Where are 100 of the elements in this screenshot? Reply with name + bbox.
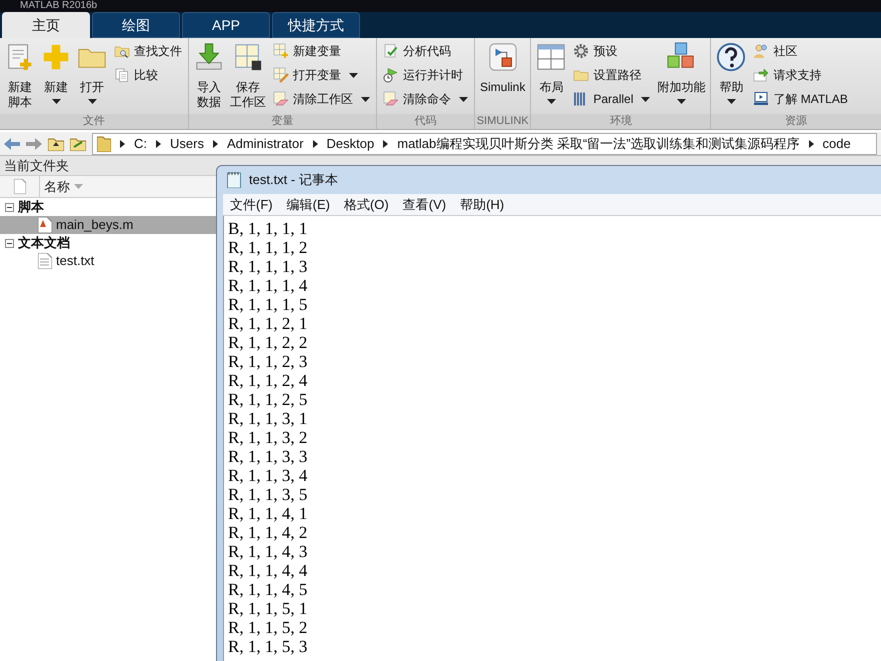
ribbon-button[interactable]: 了解 MATLAB (753, 90, 848, 108)
text-file-icon (38, 253, 52, 269)
path-segment[interactable]: C: (134, 134, 147, 154)
ribbon-button[interactable]: 请求支持 (753, 66, 848, 84)
file-row[interactable]: main_beys.m (0, 216, 216, 234)
settings-icon (573, 43, 590, 59)
back-arrow-icon[interactable] (4, 136, 20, 150)
envelope-arrow-icon (753, 67, 770, 83)
text-line: R, 1, 1, 2, 3 (228, 352, 308, 371)
group-label: 环境 (531, 114, 710, 129)
ribbon-button[interactable]: 比较 (114, 66, 182, 84)
ribbon-button[interactable]: 打开变量 (273, 66, 370, 84)
ribbon-button[interactable]: 社区 (753, 42, 848, 60)
people-icon (753, 43, 770, 59)
grid-disk-icon (233, 42, 263, 72)
forward-arrow-icon[interactable] (26, 136, 42, 150)
sort-caret-icon (74, 184, 83, 189)
ribbon-button[interactable]: 新建 脚本 (2, 38, 38, 110)
ribbon-button[interactable]: 清除工作区 (273, 90, 370, 108)
caret-icon (546, 99, 556, 104)
ribbon-button[interactable]: 布局 (533, 38, 570, 104)
text-line: R, 1, 1, 3, 4 (228, 466, 308, 485)
up-folder-icon[interactable] (48, 136, 64, 150)
caret-icon (52, 99, 60, 104)
ribbon-button[interactable]: 保存 工作区 (227, 38, 269, 110)
path-segment[interactable]: Desktop (326, 134, 374, 154)
block-diagram-icon (488, 42, 518, 72)
chevron-icon (808, 140, 814, 148)
browse-folder-icon[interactable] (70, 136, 86, 150)
caret-icon (361, 96, 370, 102)
path-field[interactable]: C: Users Administrator Desktop matlab编程实现贝叶斯分类 采取“留一法”选取训练集和测试集源码程序 code (92, 132, 877, 154)
ribbon-button[interactable]: Parallel (573, 90, 650, 108)
grid-plus-icon (273, 43, 289, 59)
ribbon-tab[interactable]: 快捷方式 (272, 12, 360, 38)
ribbon-tab[interactable]: 主页 (2, 12, 90, 38)
caret-icon (726, 99, 736, 104)
window-title: MATLAB R2016b (20, 0, 98, 12)
caret-icon (88, 99, 96, 104)
menu-item[interactable]: 编辑(E) (280, 194, 337, 214)
text-line: R, 1, 1, 5, 2 (228, 618, 308, 637)
column-header[interactable]: 名称 (40, 176, 87, 196)
collapse-icon[interactable] (5, 202, 14, 212)
menu-item[interactable]: 文件(F) (223, 194, 280, 214)
ribbon-tab[interactable]: 绘图 (92, 12, 180, 38)
path-segment[interactable]: matlab编程实现贝叶斯分类 采取“留一法”选取训练集和测试集源码程序 (397, 134, 800, 154)
text-line: R, 1, 1, 4, 4 (228, 561, 308, 580)
text-line: R, 1, 1, 2, 1 (228, 314, 308, 333)
document-check-icon (383, 43, 399, 59)
ribbon-button[interactable]: 设置路径 (573, 66, 650, 84)
menu-item[interactable]: 帮助(H) (453, 194, 512, 214)
caret-icon (676, 99, 686, 104)
ribbon-tab[interactable]: APP (182, 12, 270, 38)
layout-grid-icon (536, 42, 566, 72)
clock-flag-icon (383, 67, 399, 83)
ribbon-button[interactable]: 分析代码 (383, 42, 468, 60)
collapse-icon[interactable] (5, 238, 14, 248)
ribbon-button[interactable]: 帮助 (713, 38, 750, 104)
grid-pencil-icon (273, 67, 289, 83)
chevron-icon (383, 140, 388, 148)
ribbon-button[interactable]: 导入 数据 (191, 38, 227, 110)
path-segment[interactable]: Users (170, 134, 204, 154)
script-file-icon (38, 217, 52, 233)
group-label: 变量 (189, 114, 376, 129)
text-line: R, 1, 1, 2, 4 (228, 371, 308, 390)
menu-item[interactable]: 格式(O) (336, 194, 396, 214)
ribbon-button[interactable]: 查找文件 (114, 42, 182, 60)
ribbon-button[interactable]: 清除命令 (383, 90, 468, 108)
path-segment[interactable]: Administrator (226, 134, 304, 154)
group-label: SIMULINK (475, 114, 530, 129)
text-line: R, 1, 1, 1, 4 (228, 276, 308, 295)
help-icon (716, 42, 746, 72)
text-line: R, 1, 1, 3, 1 (228, 409, 308, 428)
ribbon-button[interactable]: Simulink (477, 38, 528, 95)
caret-icon (349, 72, 358, 78)
file-row[interactable]: test.txt (0, 252, 216, 270)
notepad-icon (227, 172, 241, 188)
text-line: R, 1, 1, 4, 1 (228, 504, 308, 523)
text-line: R, 1, 1, 1, 2 (228, 238, 308, 257)
documents-icon (114, 67, 130, 83)
text-line: R, 1, 1, 2, 5 (228, 390, 308, 409)
text-line: R, 1, 1, 4, 3 (228, 542, 308, 561)
ribbon-button[interactable]: 打开 (74, 38, 110, 104)
menu-item[interactable]: 查看(V) (396, 194, 454, 214)
text-line: R, 1, 1, 3, 5 (228, 485, 308, 504)
eraser-icon (383, 91, 399, 107)
ribbon-button[interactable]: 新建 (38, 38, 74, 104)
group-heading: 文本文档 (18, 234, 70, 252)
text-line: B, 1, 1, 1, 1 (228, 219, 308, 238)
text-line: R, 1, 1, 1, 3 (228, 257, 308, 276)
text-line: R, 1, 1, 5, 3 (228, 637, 308, 656)
caret-icon (641, 96, 650, 102)
ribbon-button[interactable]: 预设 (573, 42, 650, 60)
ribbon-button[interactable]: 新建变量 (273, 42, 370, 60)
path-segment[interactable]: code (822, 134, 851, 154)
download-arrow-icon (194, 42, 224, 72)
group-heading: 脚本 (18, 198, 44, 216)
group-label: 资源 (711, 114, 881, 129)
ribbon-button[interactable]: 附加功能 (654, 38, 708, 104)
text-line: R, 1, 1, 4, 5 (228, 580, 308, 599)
ribbon-button[interactable]: 运行并计时 (383, 66, 468, 84)
